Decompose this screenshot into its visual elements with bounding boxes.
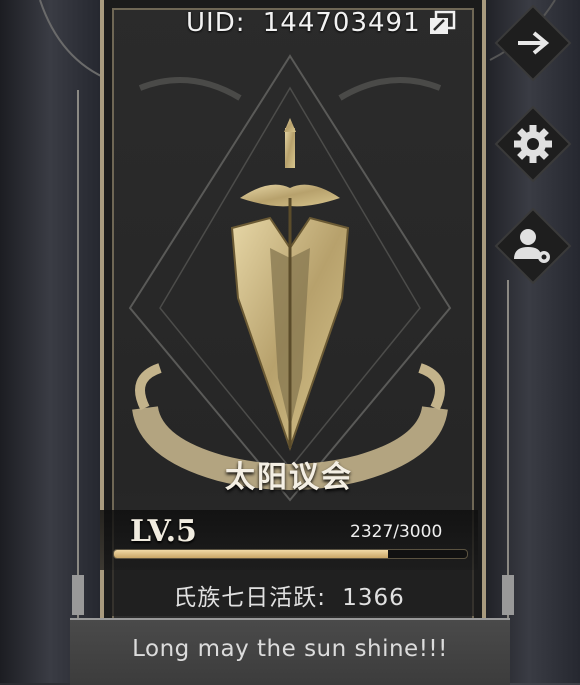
exit-button[interactable] [494, 4, 572, 82]
clan-emblem [128, 54, 452, 502]
weekly-activity: 氏族七日活跃: 1366 [100, 578, 478, 612]
xp-readout: 2327/3000 [350, 522, 443, 542]
copy-icon[interactable] [428, 10, 458, 36]
activity-label: 氏族七日活跃: [173, 585, 326, 611]
uid-value: 144703491 [262, 8, 421, 38]
gear-icon [514, 125, 552, 163]
clan-motto: Long may the sun shine!!! [132, 636, 448, 662]
uid-display: UID: 144703491 [186, 6, 421, 40]
uid-label: UID: [186, 8, 246, 38]
settings-button[interactable] [494, 105, 572, 183]
clan-level: LV.5 [130, 514, 197, 549]
xp-progress-bar [113, 549, 468, 559]
clan-name: 太阳议会 [225, 460, 353, 495]
activity-value: 1366 [342, 585, 405, 611]
member-settings-button[interactable] [494, 207, 572, 285]
xp-progress-fill [114, 550, 388, 558]
